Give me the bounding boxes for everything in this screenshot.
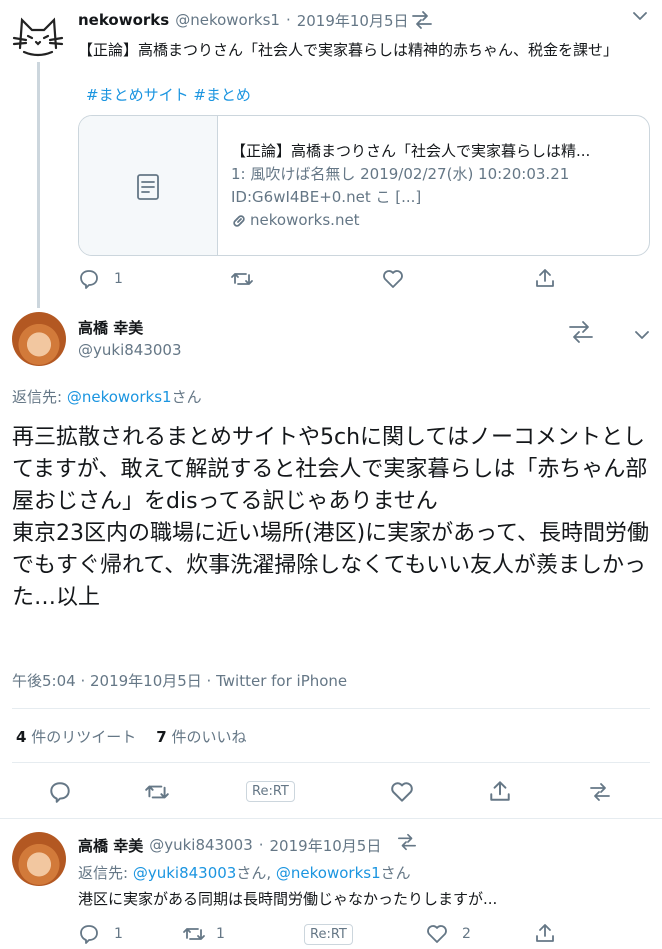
tweet1-actions: 1	[78, 266, 558, 292]
share-action[interactable]	[488, 779, 512, 803]
reply-icon	[80, 925, 98, 944]
retweet-icon	[145, 785, 169, 799]
like-icon	[383, 270, 403, 288]
document-icon	[137, 174, 159, 200]
engagement-stats: 4 件のリツイート 7 件のいいね	[16, 726, 246, 747]
like-count: 7	[156, 728, 167, 746]
separator: ·	[258, 836, 264, 854]
reply-to-suffix: さん	[380, 864, 411, 882]
tweet2-name[interactable]: 高橋 幸美	[78, 317, 143, 338]
link-icon	[233, 214, 245, 227]
tweet-date[interactable]: 2019年10月5日	[270, 835, 382, 856]
card-description-line2: ID:G6wI4BE+0.net こ [...]	[231, 188, 422, 206]
tweet2-text: 再三拡散されるまとめサイトや5chに関してはノーコメントとしてますが、敢えて解説…	[12, 425, 649, 610]
reply-to-handle[interactable]: @nekoworks1	[276, 864, 381, 882]
tweet1-text: 【正論】高橋まつりさん「社会人で実家暮らしは精神的赤ちゃん、税金を課せ」	[78, 41, 619, 59]
like-action[interactable]	[390, 781, 414, 803]
retweet-arrows-icon[interactable]	[396, 832, 418, 852]
divider	[12, 762, 650, 763]
retweet-icon	[231, 273, 253, 285]
display-name[interactable]: 高橋 幸美	[78, 835, 143, 856]
card-description-line1: 1: 風吹けば名無し 2019/02/27(水) 10:20:03.21	[231, 165, 570, 183]
retweet-arrows-icon[interactable]	[566, 318, 596, 346]
chevron-down-icon[interactable]	[634, 329, 650, 341]
chevron-down-icon[interactable]	[632, 10, 648, 22]
share-action[interactable]	[534, 922, 556, 944]
like-label: 件のいいね	[171, 728, 247, 746]
tweet1-header: nekoworks @nekoworks1 · 2019年10月5日	[78, 8, 409, 32]
tweet3-header: 高橋 幸美 @yuki843003 · 2019年10月5日	[78, 834, 381, 856]
card-body: 【正論】高橋まつりさん「社会人で実家暮らしは精... 1: 風吹けば名無し 20…	[231, 140, 641, 232]
reply-to-handle[interactable]: @nekoworks1	[67, 388, 172, 406]
retweet-action[interactable]	[144, 780, 170, 804]
retweet-action[interactable]	[230, 268, 254, 290]
tweet2-handle[interactable]: @yuki843003	[78, 341, 182, 359]
cat-logo-icon	[12, 17, 64, 57]
like-stat[interactable]: 7 件のいいね	[156, 726, 246, 747]
reply-action[interactable]	[48, 780, 72, 804]
card-domain: nekoworks.net	[231, 209, 641, 232]
reply-to: 返信先: @nekoworks1さん	[12, 386, 202, 407]
display-name[interactable]: nekoworks	[78, 11, 169, 29]
rert-button[interactable]: Re:RT	[304, 924, 353, 945]
retweet-count: 4	[16, 728, 27, 746]
separator: ·	[285, 11, 291, 29]
share-icon	[490, 781, 510, 801]
share-icon	[536, 924, 554, 942]
reply-icon	[50, 782, 70, 803]
handle[interactable]: @nekoworks1	[175, 11, 280, 29]
reply-action[interactable]: 1	[78, 923, 123, 945]
like-action[interactable]	[382, 269, 404, 289]
tweet3-actions: 1 1 Re:RT 2	[78, 922, 658, 946]
reply-to-sep: さん,	[236, 864, 276, 882]
card-thumbnail	[79, 116, 218, 255]
divider	[12, 708, 650, 709]
reply-to-handle[interactable]: @yuki843003	[133, 864, 237, 882]
reply-to-label: 返信先:	[12, 388, 63, 406]
retweet-arrows-icon[interactable]	[588, 780, 612, 804]
thread-line	[37, 62, 40, 308]
reply-to-suffix: さん	[171, 388, 202, 406]
retweet-icon	[183, 928, 205, 940]
tweet-date[interactable]: 2019年10月5日	[297, 10, 409, 31]
share-action[interactable]	[534, 267, 556, 289]
tweet3-reply-to: 返信先: @yuki843003さん, @nekoworks1さん	[78, 862, 411, 883]
like-action[interactable]: 2	[426, 924, 471, 944]
retweet-label: 件のリツイート	[31, 728, 137, 746]
tweet2-meta[interactable]: 午後5:04 · 2019年10月5日 · Twitter for iPhone	[12, 670, 347, 691]
link-card[interactable]: 【正論】高橋まつりさん「社会人で実家暮らしは精... 1: 風吹けば名無し 20…	[78, 115, 650, 256]
tweet3-text: 港区に実家がある同期は長時間労働じゃなかったりしますが...	[78, 890, 498, 908]
like-count: 2	[462, 926, 471, 942]
card-title: 【正論】高橋まつりさん「社会人で実家暮らしは精...	[231, 142, 591, 160]
reply-count: 1	[114, 271, 123, 287]
avatar-nekoworks[interactable]	[10, 10, 66, 62]
avatar-yuki[interactable]	[12, 832, 66, 886]
tweet2-actions: Re:RT	[0, 778, 662, 808]
handle[interactable]: @yuki843003	[149, 836, 253, 854]
retweet-action[interactable]: 1	[182, 923, 225, 945]
card-domain-text: nekoworks.net	[250, 211, 360, 229]
like-icon	[391, 782, 413, 802]
retweet-count: 1	[216, 926, 225, 942]
reply-to-label: 返信先:	[78, 864, 129, 882]
hashtags[interactable]: #まとめサイト #まとめ	[86, 84, 251, 105]
retweet-arrows-icon[interactable]	[410, 9, 434, 31]
share-icon	[536, 269, 554, 287]
divider	[0, 818, 662, 819]
avatar-yuki[interactable]	[12, 312, 66, 366]
like-icon	[427, 925, 447, 943]
retweet-stat[interactable]: 4 件のリツイート	[16, 726, 136, 747]
reply-icon	[80, 270, 98, 289]
rert-button[interactable]: Re:RT	[246, 781, 295, 802]
reply-count: 1	[114, 926, 123, 942]
reply-action[interactable]: 1	[78, 268, 123, 290]
